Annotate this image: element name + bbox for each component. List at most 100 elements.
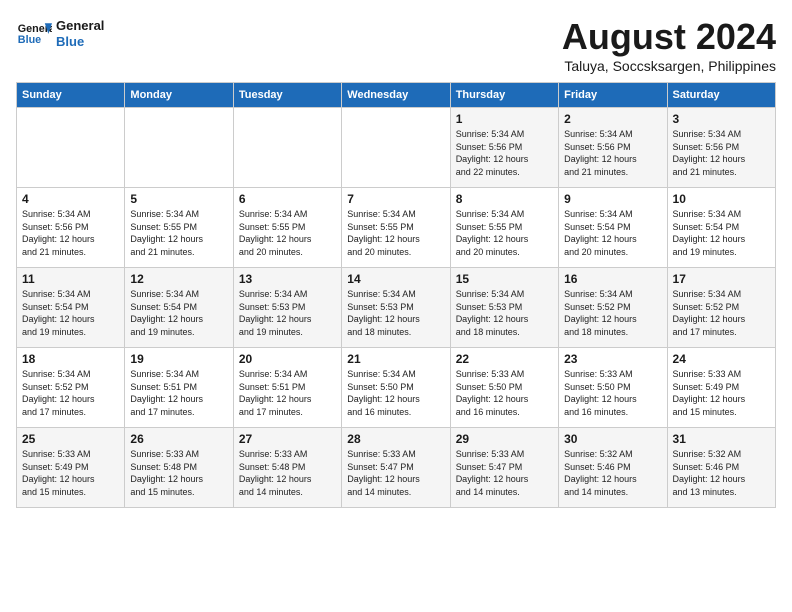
calendar-cell: 14Sunrise: 5:34 AM Sunset: 5:53 PM Dayli…: [342, 268, 450, 348]
day-info: Sunrise: 5:34 AM Sunset: 5:55 PM Dayligh…: [239, 208, 336, 258]
day-number: 9: [564, 192, 661, 206]
calendar-cell: 6 Sunrise: 5:34 AM Sunset: 5:55 PM Daylig…: [233, 188, 341, 268]
calendar-cell: 11Sunrise: 5:34 AM Sunset: 5:54 PM Dayli…: [17, 268, 125, 348]
svg-text:Blue: Blue: [18, 34, 41, 46]
day-info: Sunrise: 5:34 AM Sunset: 5:52 PM Dayligh…: [564, 288, 661, 338]
day-info: Sunrise: 5:33 AM Sunset: 5:49 PM Dayligh…: [22, 448, 119, 498]
calendar-cell: 21 Sunrise: 5:34 AM Sunset: 5:50 PM Dayli…: [342, 348, 450, 428]
day-info: Sunrise: 5:34 AM Sunset: 5:56 PM Dayligh…: [22, 208, 119, 258]
day-number: 8: [456, 192, 553, 206]
calendar-cell: 2 Sunrise: 5:34 AM Sunset: 5:56 PM Daylig…: [559, 108, 667, 188]
calendar-cell: 3Sunrise: 5:34 AM Sunset: 5:56 PM Daylig…: [667, 108, 775, 188]
calendar-cell: 25 Sunrise: 5:33 AM Sunset: 5:49 PM Dayli…: [17, 428, 125, 508]
day-number: 20: [239, 352, 336, 366]
calendar-cell: 28 Sunrise: 5:33 AM Sunset: 5:47 PM Dayli…: [342, 428, 450, 508]
calendar-cell: 26Sunrise: 5:33 AM Sunset: 5:48 PM Dayli…: [125, 428, 233, 508]
weekday-header-friday: Friday: [559, 83, 667, 108]
calendar-cell: 18 Sunrise: 5:34 AM Sunset: 5:52 PM Dayli…: [17, 348, 125, 428]
location-subtitle: Taluya, Soccsksargen, Philippines: [562, 58, 776, 74]
calendar-cell: 24Sunrise: 5:33 AM Sunset: 5:49 PM Dayli…: [667, 348, 775, 428]
day-info: Sunrise: 5:33 AM Sunset: 5:48 PM Dayligh…: [130, 448, 227, 498]
page-header: General Blue General Blue August 2024 Ta…: [16, 16, 776, 74]
day-number: 2: [564, 112, 661, 126]
weekday-header-sunday: Sunday: [17, 83, 125, 108]
day-number: 5: [130, 192, 227, 206]
day-info: Sunrise: 5:34 AM Sunset: 5:52 PM Dayligh…: [673, 288, 770, 338]
day-info: Sunrise: 5:33 AM Sunset: 5:47 PM Dayligh…: [456, 448, 553, 498]
weekday-header-saturday: Saturday: [667, 83, 775, 108]
weekday-header-tuesday: Tuesday: [233, 83, 341, 108]
day-info: Sunrise: 5:33 AM Sunset: 5:50 PM Dayligh…: [456, 368, 553, 418]
day-info: Sunrise: 5:34 AM Sunset: 5:54 PM Dayligh…: [130, 288, 227, 338]
day-info: Sunrise: 5:34 AM Sunset: 5:55 PM Dayligh…: [130, 208, 227, 258]
day-info: Sunrise: 5:34 AM Sunset: 5:53 PM Dayligh…: [456, 288, 553, 338]
weekday-header-wednesday: Wednesday: [342, 83, 450, 108]
day-number: 24: [673, 352, 770, 366]
calendar-cell: 27 Sunrise: 5:33 AM Sunset: 5:48 PM Dayli…: [233, 428, 341, 508]
calendar-cell: 15Sunrise: 5:34 AM Sunset: 5:53 PM Dayli…: [450, 268, 558, 348]
day-info: Sunrise: 5:34 AM Sunset: 5:54 PM Dayligh…: [564, 208, 661, 258]
logo-text-line2: Blue: [56, 34, 104, 50]
calendar-cell: 1Sunrise: 5:34 AM Sunset: 5:56 PM Daylig…: [450, 108, 558, 188]
calendar-cell: 20 Sunrise: 5:34 AM Sunset: 5:51 PM Dayli…: [233, 348, 341, 428]
calendar-cell: 29 Sunrise: 5:33 AM Sunset: 5:47 PM Dayli…: [450, 428, 558, 508]
day-info: Sunrise: 5:34 AM Sunset: 5:54 PM Dayligh…: [22, 288, 119, 338]
calendar-week-row: 4 Sunrise: 5:34 AM Sunset: 5:56 PM Daylig…: [17, 188, 776, 268]
day-info: Sunrise: 5:34 AM Sunset: 5:52 PM Dayligh…: [22, 368, 119, 418]
day-number: 27: [239, 432, 336, 446]
day-number: 28: [347, 432, 444, 446]
calendar-cell: [125, 108, 233, 188]
calendar-week-row: 25 Sunrise: 5:33 AM Sunset: 5:49 PM Dayli…: [17, 428, 776, 508]
calendar-cell: 12 Sunrise: 5:34 AM Sunset: 5:54 PM Dayli…: [125, 268, 233, 348]
calendar-table: SundayMondayTuesdayWednesdayThursdayFrid…: [16, 82, 776, 508]
calendar-cell: 9 Sunrise: 5:34 AM Sunset: 5:54 PM Daylig…: [559, 188, 667, 268]
day-info: Sunrise: 5:34 AM Sunset: 5:51 PM Dayligh…: [239, 368, 336, 418]
calendar-cell: 30Sunrise: 5:32 AM Sunset: 5:46 PM Dayli…: [559, 428, 667, 508]
day-info: Sunrise: 5:32 AM Sunset: 5:46 PM Dayligh…: [673, 448, 770, 498]
day-number: 13: [239, 272, 336, 286]
calendar-cell: 10 Sunrise: 5:34 AM Sunset: 5:54 PM Dayli…: [667, 188, 775, 268]
calendar-cell: 16 Sunrise: 5:34 AM Sunset: 5:52 PM Dayli…: [559, 268, 667, 348]
day-number: 29: [456, 432, 553, 446]
day-info: Sunrise: 5:34 AM Sunset: 5:54 PM Dayligh…: [673, 208, 770, 258]
calendar-cell: 13 Sunrise: 5:34 AM Sunset: 5:53 PM Dayli…: [233, 268, 341, 348]
day-info: Sunrise: 5:34 AM Sunset: 5:51 PM Dayligh…: [130, 368, 227, 418]
title-section: August 2024 Taluya, Soccsksargen, Philip…: [562, 16, 776, 74]
day-info: Sunrise: 5:33 AM Sunset: 5:48 PM Dayligh…: [239, 448, 336, 498]
day-number: 6: [239, 192, 336, 206]
day-number: 18: [22, 352, 119, 366]
day-info: Sunrise: 5:34 AM Sunset: 5:55 PM Dayligh…: [347, 208, 444, 258]
day-info: Sunrise: 5:33 AM Sunset: 5:47 PM Dayligh…: [347, 448, 444, 498]
day-info: Sunrise: 5:34 AM Sunset: 5:56 PM Dayligh…: [564, 128, 661, 178]
calendar-week-row: 18 Sunrise: 5:34 AM Sunset: 5:52 PM Dayli…: [17, 348, 776, 428]
day-info: Sunrise: 5:34 AM Sunset: 5:53 PM Dayligh…: [347, 288, 444, 338]
day-number: 30: [564, 432, 661, 446]
day-number: 23: [564, 352, 661, 366]
calendar-cell: [342, 108, 450, 188]
day-info: Sunrise: 5:34 AM Sunset: 5:55 PM Dayligh…: [456, 208, 553, 258]
day-number: 16: [564, 272, 661, 286]
calendar-cell: 17 Sunrise: 5:34 AM Sunset: 5:52 PM Dayli…: [667, 268, 775, 348]
day-number: 31: [673, 432, 770, 446]
calendar-week-row: 11Sunrise: 5:34 AM Sunset: 5:54 PM Dayli…: [17, 268, 776, 348]
day-info: Sunrise: 5:34 AM Sunset: 5:53 PM Dayligh…: [239, 288, 336, 338]
day-number: 22: [456, 352, 553, 366]
calendar-week-row: 1Sunrise: 5:34 AM Sunset: 5:56 PM Daylig…: [17, 108, 776, 188]
logo: General Blue General Blue: [16, 16, 104, 52]
logo-text-line1: General: [56, 18, 104, 34]
calendar-cell: 19Sunrise: 5:34 AM Sunset: 5:51 PM Dayli…: [125, 348, 233, 428]
calendar-cell: 8 Sunrise: 5:34 AM Sunset: 5:55 PM Daylig…: [450, 188, 558, 268]
calendar-cell: 7Sunrise: 5:34 AM Sunset: 5:55 PM Daylig…: [342, 188, 450, 268]
weekday-header-row: SundayMondayTuesdayWednesdayThursdayFrid…: [17, 83, 776, 108]
calendar-cell: 5 Sunrise: 5:34 AM Sunset: 5:55 PM Daylig…: [125, 188, 233, 268]
day-number: 12: [130, 272, 227, 286]
day-info: Sunrise: 5:34 AM Sunset: 5:56 PM Dayligh…: [456, 128, 553, 178]
day-number: 10: [673, 192, 770, 206]
calendar-cell: 31 Sunrise: 5:32 AM Sunset: 5:46 PM Dayli…: [667, 428, 775, 508]
day-number: 4: [22, 192, 119, 206]
day-number: 25: [22, 432, 119, 446]
day-number: 21: [347, 352, 444, 366]
day-info: Sunrise: 5:34 AM Sunset: 5:50 PM Dayligh…: [347, 368, 444, 418]
day-number: 17: [673, 272, 770, 286]
weekday-header-thursday: Thursday: [450, 83, 558, 108]
